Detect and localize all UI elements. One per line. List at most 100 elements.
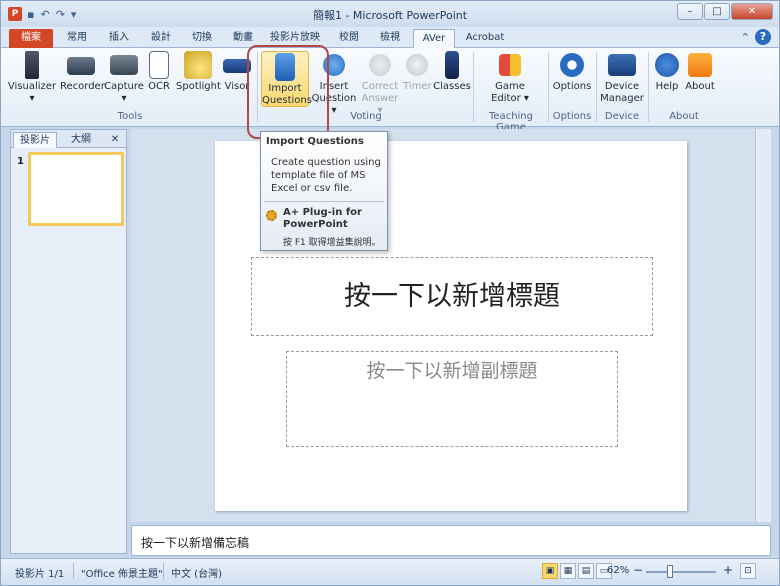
- help-label: Help: [655, 81, 679, 92]
- visualizer-button[interactable]: Visualizer ▾: [5, 51, 59, 107]
- spotlight-button[interactable]: Spotlight: [176, 51, 221, 107]
- tab-transitions[interactable]: 切換: [182, 29, 222, 48]
- correct-answer-label-1: Correct: [361, 81, 399, 92]
- maximize-button[interactable]: □: [704, 3, 730, 20]
- tab-view[interactable]: 檢視: [370, 29, 410, 48]
- minimize-button[interactable]: –: [677, 3, 703, 20]
- tab-review[interactable]: 校閱: [329, 29, 369, 48]
- slide-sorter-icon[interactable]: ▦: [560, 563, 576, 579]
- help-button[interactable]: Help: [653, 51, 681, 107]
- zoom-level[interactable]: 62%: [607, 565, 629, 576]
- aver-ribbon: Visualizer ▾ Recorder Capture ▾ OCR Spot…: [1, 48, 779, 133]
- import-questions-tooltip: Import Questions Create question using t…: [260, 131, 388, 251]
- close-button[interactable]: ✕: [731, 3, 773, 20]
- zoom-slider-track[interactable]: [646, 571, 716, 573]
- visualizer-label: Visualizer: [7, 81, 57, 92]
- device-manager-label-2: Manager: [600, 93, 644, 104]
- device-manager-button[interactable]: Device Manager: [600, 51, 644, 107]
- help-icon[interactable]: ?: [755, 29, 771, 45]
- about-icon: [688, 53, 712, 77]
- tab-slides[interactable]: 投影片: [13, 132, 57, 148]
- group-label-teaching-game: Teaching Game: [489, 111, 533, 133]
- game-editor-label-2: Editor ▾: [491, 93, 529, 104]
- zoom-slider-knob[interactable]: [667, 565, 673, 578]
- timer-label: Timer: [403, 81, 432, 92]
- tab-outline[interactable]: 大綱: [59, 132, 103, 148]
- highlight-annotation: [247, 45, 329, 139]
- timer-icon: [406, 54, 428, 76]
- minimize-ribbon-icon[interactable]: ⌃: [741, 31, 750, 44]
- notes-pane[interactable]: 按一下以新增備忘稿: [131, 525, 771, 556]
- tooltip-separator: [264, 201, 384, 202]
- options-button[interactable]: Options: [552, 51, 592, 107]
- slide-thumbnail[interactable]: [28, 152, 124, 226]
- visor-label: Visor: [224, 81, 250, 92]
- tab-file[interactable]: 檔案: [9, 29, 53, 48]
- group-separator: [548, 52, 549, 122]
- title-bar: P ▪ ↶ ↷ ▾ 簡報1 - Microsoft PowerPoint – □…: [1, 1, 779, 27]
- ocr-icon: [149, 51, 169, 79]
- about-label: About: [685, 81, 715, 92]
- ribbon-help-area: ⌃ ?: [741, 29, 771, 45]
- title-placeholder[interactable]: 按一下以新增標題: [251, 257, 653, 336]
- tab-aver[interactable]: AVer: [413, 29, 455, 49]
- group-separator: [648, 52, 649, 122]
- tab-home[interactable]: 常用: [57, 29, 97, 48]
- plugin-gear-icon: [266, 210, 277, 221]
- ocr-button[interactable]: OCR: [146, 51, 172, 107]
- theme-status[interactable]: "Office 佈景主題": [81, 565, 163, 580]
- status-bar: 投影片 1/1 "Office 佈景主題" 中文 (台灣) ▣ ▦ ▤ ▭ 62…: [1, 558, 779, 585]
- slide-count-status: 投影片 1/1: [15, 569, 65, 580]
- gear-icon: [560, 53, 584, 77]
- vertical-scrollbar[interactable]: [755, 129, 771, 522]
- zoom-in-icon[interactable]: +: [723, 563, 733, 577]
- tab-design[interactable]: 設計: [141, 29, 181, 48]
- group-label-device: Device: [604, 111, 640, 122]
- recorder-label: Recorder: [60, 81, 105, 92]
- fit-to-window-icon[interactable]: ⊡: [740, 563, 756, 579]
- chevron-down-icon: ▾: [121, 93, 127, 104]
- normal-view-icon[interactable]: ▣: [542, 563, 558, 579]
- status-separator: [163, 563, 164, 579]
- visualizer-icon: [25, 51, 39, 79]
- game-editor-button[interactable]: Game Editor ▾: [487, 51, 533, 107]
- ribbon-tab-row: 檔案 常用 插入 設計 切換 動畫 投影片放映 校閱 檢視 AVer Acrob…: [1, 27, 779, 49]
- options-label: Options: [552, 81, 592, 92]
- slides-pane: 投影片 大綱 ✕ 1: [10, 129, 127, 554]
- classes-button[interactable]: Classes: [433, 51, 471, 107]
- correct-answer-button[interactable]: Correct Answer ▾: [359, 51, 401, 116]
- powerpoint-window: P ▪ ↶ ↷ ▾ 簡報1 - Microsoft PowerPoint – □…: [0, 0, 780, 586]
- tooltip-body: Create question using template file of M…: [271, 157, 381, 194]
- check-icon: [369, 54, 391, 76]
- tooltip-plugin-name: A+ Plug-in for PowerPoint: [283, 207, 362, 230]
- timer-button[interactable]: Timer: [403, 51, 432, 107]
- game-editor-icon: [499, 54, 521, 76]
- spotlight-icon: [184, 51, 212, 79]
- tab-acrobat[interactable]: Acrobat: [459, 29, 511, 48]
- reading-view-icon[interactable]: ▤: [578, 563, 594, 579]
- recorder-button[interactable]: Recorder: [60, 51, 105, 107]
- capture-label: Capture: [104, 81, 144, 92]
- tooltip-help-hint: 按 F1 取得增益集說明。: [283, 238, 381, 248]
- capture-button[interactable]: Capture ▾: [104, 51, 144, 107]
- slides-pane-tabs: 投影片 大綱 ✕: [11, 130, 126, 148]
- language-status[interactable]: 中文 (台灣): [171, 565, 222, 580]
- recorder-icon: [67, 57, 95, 75]
- status-separator: [73, 563, 74, 579]
- device-manager-icon: [608, 54, 636, 76]
- tab-insert[interactable]: 插入: [99, 29, 139, 48]
- subtitle-placeholder[interactable]: 按一下以新增副標題: [286, 351, 618, 447]
- group-label-options: Options: [552, 111, 592, 122]
- about-button[interactable]: About: [684, 51, 716, 107]
- tooltip-title: Import Questions: [266, 136, 364, 147]
- classes-icon: [445, 51, 459, 79]
- game-editor-label-1: Game: [495, 81, 525, 92]
- classes-label: Classes: [433, 81, 471, 92]
- camera-icon: [110, 55, 138, 75]
- window-controls: – □ ✕: [677, 3, 773, 20]
- device-manager-label-1: Device: [604, 81, 640, 92]
- window-title: 簡報1 - Microsoft PowerPoint: [312, 9, 468, 22]
- group-separator: [473, 52, 474, 122]
- zoom-out-icon[interactable]: −: [633, 563, 643, 577]
- close-icon[interactable]: ✕: [107, 132, 123, 148]
